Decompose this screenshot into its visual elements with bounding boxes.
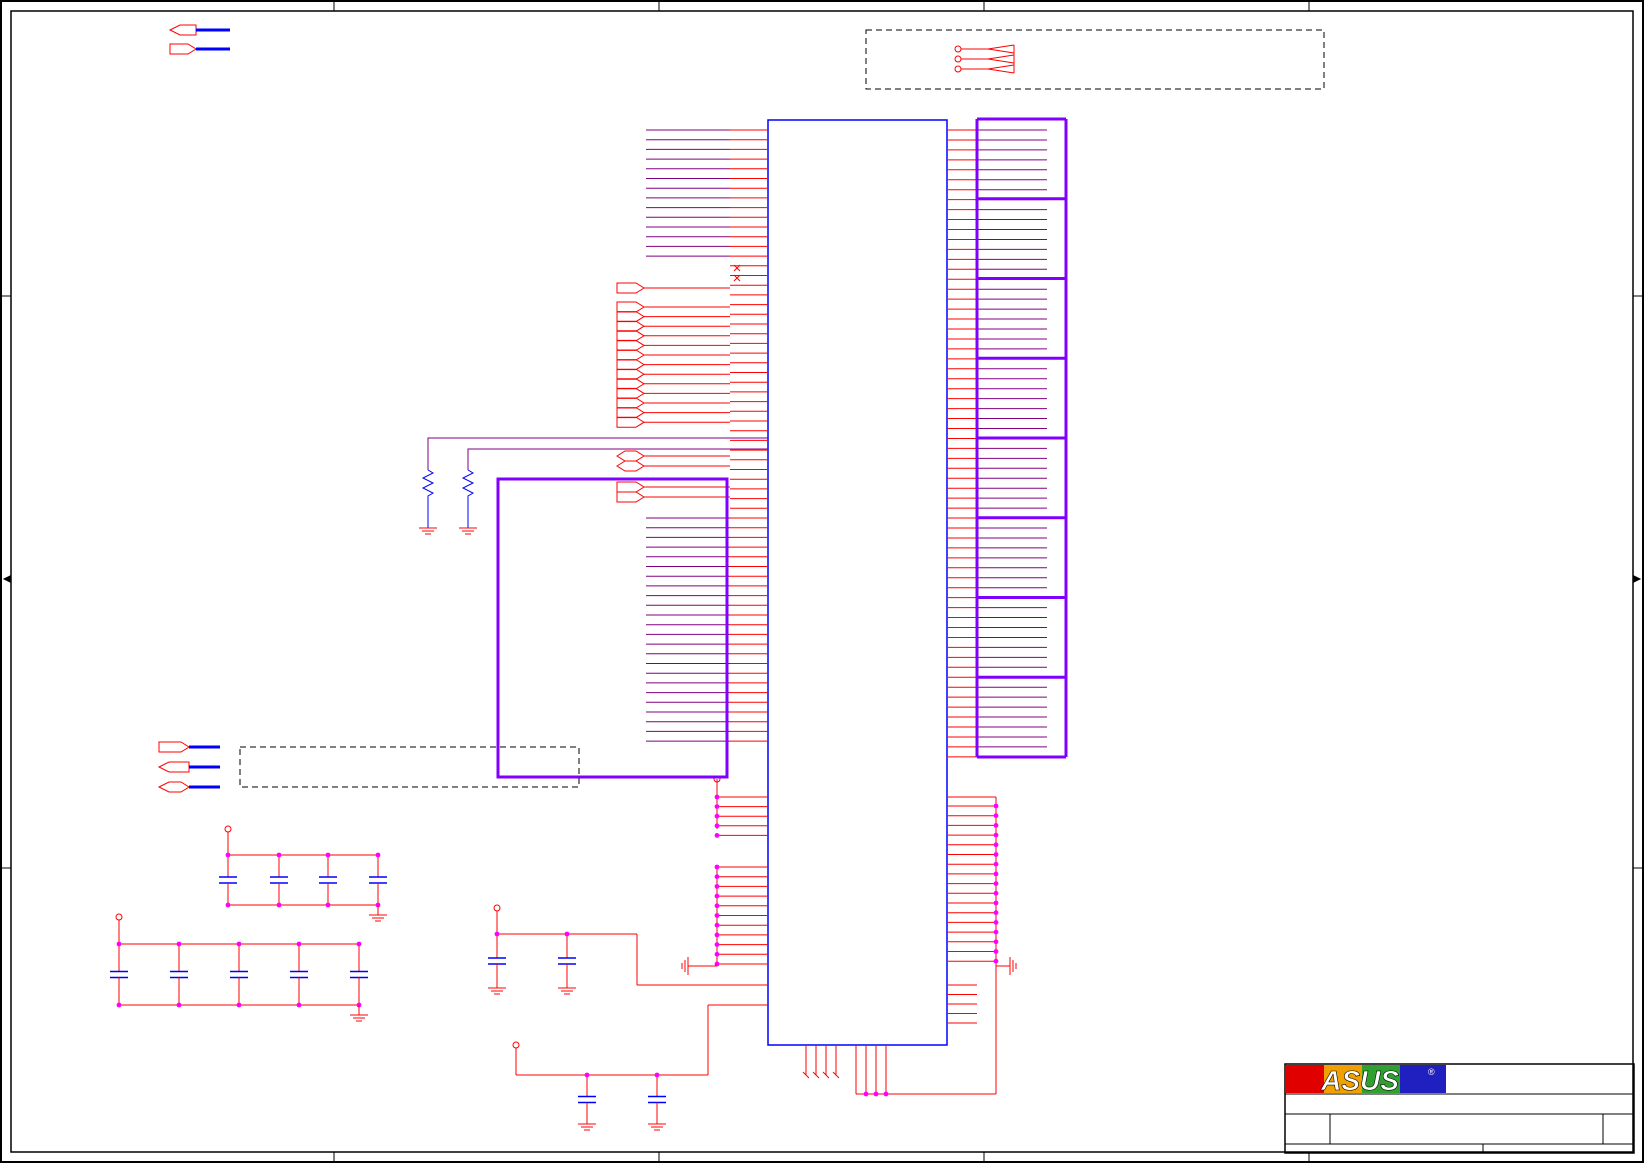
junction-dot — [993, 900, 999, 906]
port-connector — [616, 460, 645, 472]
junction-dot — [654, 1072, 660, 1078]
top-note-box — [865, 29, 1325, 90]
junction-dot — [356, 941, 362, 947]
junction-dot — [176, 1002, 182, 1008]
junction-dot — [714, 864, 720, 870]
junction-dot — [863, 1091, 869, 1097]
junction-dot — [564, 931, 570, 937]
port-connector — [616, 339, 645, 351]
power-terminal — [224, 825, 232, 833]
port-connector — [616, 368, 645, 380]
port-connector — [616, 397, 645, 409]
port-connector — [616, 301, 645, 313]
junction-dot — [993, 949, 999, 954]
port-connector — [616, 407, 645, 419]
junction-dot — [276, 902, 282, 908]
junction-dot — [714, 823, 720, 829]
port-connector — [616, 349, 645, 361]
pull-down-resistors — [421, 437, 768, 528]
junction-dot — [116, 941, 122, 947]
junction-dot — [993, 861, 999, 867]
junction-dot — [236, 941, 242, 947]
logo-text: ASUS — [1320, 1065, 1399, 1096]
junction-dot — [714, 903, 720, 909]
port-connector — [616, 320, 645, 332]
port-connector — [616, 311, 645, 323]
port-connector — [616, 491, 645, 503]
junction-dot — [375, 852, 381, 858]
title-block: ASUS ® — [1284, 1063, 1635, 1154]
power-terminal — [115, 913, 123, 921]
ground-symbols — [350, 527, 1017, 1131]
left-port-connectors — [616, 282, 730, 503]
junction-dot — [993, 842, 999, 848]
junction-dot — [993, 813, 999, 819]
junction-dot — [993, 881, 999, 886]
junction-dot — [325, 902, 331, 908]
inner-bus-box — [496, 477, 729, 779]
junction-dot — [993, 832, 999, 838]
ic-left-pins — [646, 129, 768, 742]
junction-dot — [993, 939, 999, 945]
junction-dot — [993, 910, 999, 916]
junction-dot — [714, 794, 720, 800]
junction-dot — [883, 1091, 889, 1097]
port-connector — [616, 387, 645, 399]
junction-dot — [296, 941, 302, 947]
junction-dot — [714, 942, 720, 947]
junction-dot — [714, 874, 720, 880]
junction-dot — [494, 931, 500, 937]
junction-dot — [714, 922, 720, 928]
junction-dot — [714, 804, 720, 809]
decoupling-capacitors — [110, 825, 708, 1124]
junction-dot — [993, 958, 999, 964]
port-connector — [616, 282, 645, 294]
junction-dot — [714, 932, 720, 938]
lower-right-power-pins — [947, 796, 1010, 1094]
junction-dot — [993, 803, 999, 809]
port-connector — [616, 481, 645, 493]
power-terminal — [493, 904, 501, 912]
power-terminal — [512, 1041, 520, 1049]
junction-dot — [584, 1072, 590, 1078]
junction-dot — [225, 852, 231, 858]
junction-dot — [276, 852, 282, 858]
junction-dot — [714, 833, 720, 838]
junction-dot — [993, 852, 999, 857]
junction-dot — [225, 902, 231, 908]
port-connector — [616, 378, 645, 390]
junction-dot — [176, 941, 182, 947]
junction-dot — [325, 852, 331, 858]
junction-dot — [116, 1002, 122, 1008]
junction-dot — [993, 871, 999, 877]
right-bus-groups — [975, 117, 1068, 759]
junction-dot — [993, 929, 999, 935]
junction-dot — [714, 951, 720, 957]
port-connector — [616, 359, 645, 371]
main-ic-body — [767, 119, 948, 1046]
junction-dot — [714, 884, 720, 889]
junction-dot — [873, 1091, 879, 1097]
ic-right-pins — [947, 129, 1047, 758]
ic-bottom-pins — [636, 934, 996, 1097]
junction-dot — [993, 890, 999, 896]
lower-left-power-pins — [637, 775, 768, 1006]
junction-dot — [296, 1002, 302, 1008]
port-connector — [616, 330, 645, 342]
port-connector — [616, 416, 645, 428]
junction-dot — [714, 813, 720, 819]
junction-dot — [714, 913, 720, 918]
junction-dot — [236, 1002, 242, 1008]
sheet-frame — [0, 0, 1644, 1163]
junction-dot — [993, 823, 999, 828]
junction-dot — [714, 893, 720, 899]
port-connector — [616, 450, 645, 462]
top-left-connectors — [168, 24, 230, 55]
asus-logo: ASUS ® — [1286, 1065, 1446, 1096]
junction-dot — [993, 920, 999, 925]
left-note-box — [157, 741, 580, 793]
logo-registered-mark: ® — [1428, 1067, 1435, 1077]
schematic-sheet: ASUS ® — [0, 0, 1644, 1163]
